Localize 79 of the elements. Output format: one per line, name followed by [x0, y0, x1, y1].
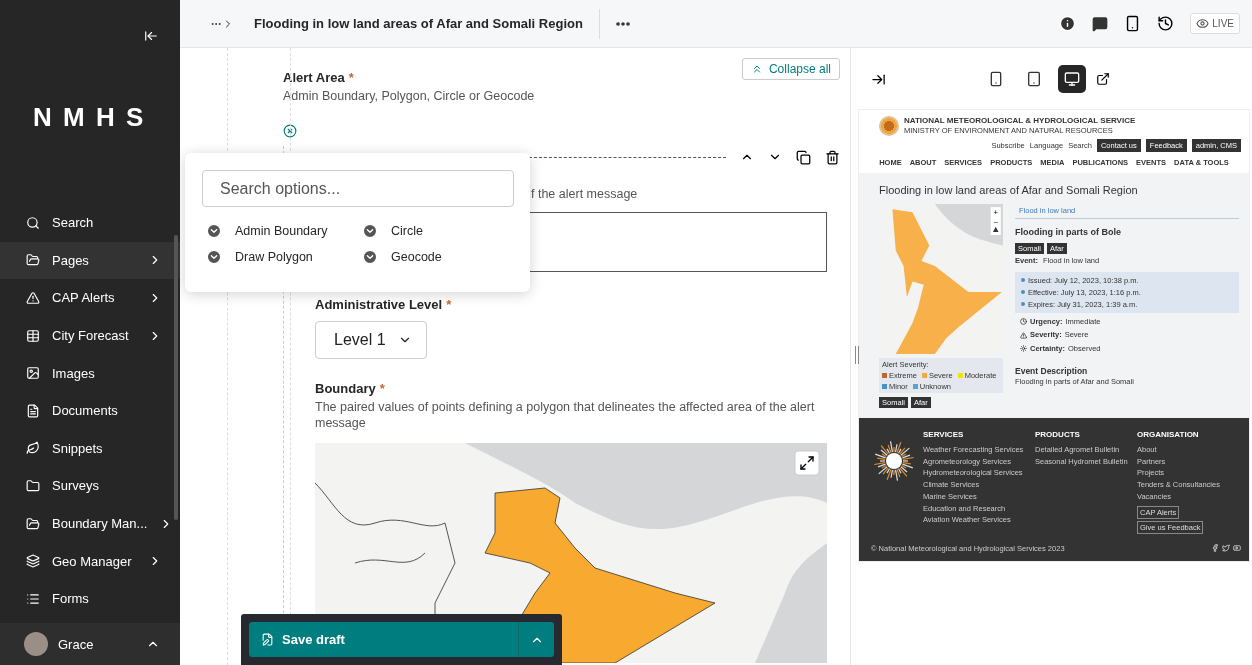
table-icon — [26, 328, 40, 343]
open-folder-icon — [26, 516, 40, 531]
comment-icon[interactable] — [1092, 15, 1109, 32]
history-icon[interactable] — [1157, 15, 1175, 32]
sidebar-item[interactable]: Surveys — [0, 467, 180, 505]
chevron-circle-icon — [206, 249, 222, 265]
sidebar-item[interactable]: Documents — [0, 391, 180, 430]
level-select[interactable]: Level 1 — [315, 321, 427, 359]
sidebar-item[interactable]: Pages — [0, 241, 180, 280]
desktop-icon — [1064, 71, 1080, 87]
leaf-icon — [26, 441, 40, 456]
trash-icon[interactable] — [825, 149, 840, 165]
tablet-icon — [1026, 71, 1042, 87]
external-link-icon[interactable] — [1096, 72, 1110, 86]
org-logo-icon — [879, 116, 899, 137]
twitter-icon[interactable] — [1222, 544, 1230, 553]
sidebar-item[interactable]: City Forecast — [0, 316, 180, 355]
reset-north-icon[interactable] — [992, 226, 999, 233]
zoom-in-button[interactable]: + — [993, 208, 998, 218]
boundary-map[interactable] — [315, 443, 827, 663]
sun-icon — [1020, 345, 1027, 353]
clock-icon — [1020, 317, 1027, 325]
document-icon — [26, 403, 40, 418]
footer-heading: PRODUCTS — [1035, 430, 1080, 441]
sidebar-item[interactable]: Boundary Man... — [0, 504, 180, 543]
collapse-all-button[interactable]: Collapse all — [741, 58, 840, 80]
fullscreen-button[interactable] — [794, 450, 820, 476]
copy-icon[interactable] — [796, 149, 811, 165]
chevron-circle-icon — [206, 223, 222, 239]
search-options-field[interactable]: Search options... — [202, 170, 514, 207]
help-text: The paired values of points defining a polygon that delineates the affected area of the alert message — [315, 399, 816, 431]
site-logo: N M H S — [32, 101, 147, 134]
mobile-icon — [988, 71, 1004, 87]
field-label: Boundary * — [315, 381, 386, 396]
field-label: Administrative Level * — [315, 297, 453, 312]
list-icon — [26, 591, 40, 606]
live-button[interactable]: LIVE — [1190, 13, 1240, 34]
avatar — [24, 632, 48, 656]
option-item[interactable]: Draw Polygon — [206, 249, 362, 265]
youtube-icon[interactable] — [1233, 544, 1241, 553]
facebook-icon[interactable] — [1211, 544, 1219, 553]
open-folder-icon — [26, 253, 40, 268]
sidebar-item[interactable]: Snippets — [0, 429, 180, 468]
desktop-preview-button[interactable] — [1058, 65, 1086, 93]
field-label: Alert Area * — [283, 70, 355, 85]
user-menu[interactable]: Grace — [0, 623, 180, 665]
option-item[interactable]: Circle — [362, 223, 502, 239]
zoom-out-button[interactable]: − — [993, 218, 998, 227]
org-name: NATIONAL METEOROLOGICAL & HYDROLOGICAL SERVICE — [904, 116, 1136, 127]
preview-title: Flooding in low land areas of Afar and Somali Region — [879, 184, 1138, 197]
footer-heading: SERVICES — [923, 430, 964, 441]
page-title: Flooding in low land areas of Afar and Somali Region — [254, 8, 600, 39]
footer-heading: ORGANISATION — [1137, 430, 1199, 441]
option-item[interactable]: Admin Boundary — [206, 223, 362, 239]
folder-icon — [26, 478, 40, 493]
sidebar-item[interactable]: CAP Alerts — [0, 279, 180, 317]
option-item[interactable]: Geocode — [362, 249, 502, 265]
sidebar-item[interactable]: Search — [0, 204, 180, 242]
expand-arrows-icon — [801, 457, 813, 469]
sidebar-item[interactable]: Images — [0, 354, 180, 392]
description-title: Event Description — [1015, 365, 1088, 377]
close-circle-icon[interactable] — [283, 124, 297, 138]
help-text: Admin Boundary, Polygon, Circle or Geocode — [283, 88, 535, 104]
sidebar-item[interactable]: Geo Manager — [0, 542, 180, 580]
layers-icon — [26, 554, 40, 569]
help-text: f the alert message — [531, 187, 639, 201]
arrow-left-to-line-icon — [144, 29, 158, 43]
more-dots-icon[interactable] — [615, 21, 630, 26]
alert-title: Flooding in parts of Bole — [1015, 227, 1121, 239]
warning-icon — [1020, 331, 1027, 339]
image-icon — [26, 366, 40, 381]
search-icon — [26, 215, 40, 230]
chevron-circle-icon — [362, 249, 378, 265]
warning-icon — [26, 291, 40, 305]
chevron-circle-icon — [362, 223, 378, 239]
file-pen-icon — [261, 633, 274, 646]
info-icon[interactable] — [1059, 15, 1077, 32]
sidebar-item[interactable]: Forms — [0, 579, 180, 618]
eye-icon — [1196, 17, 1210, 30]
